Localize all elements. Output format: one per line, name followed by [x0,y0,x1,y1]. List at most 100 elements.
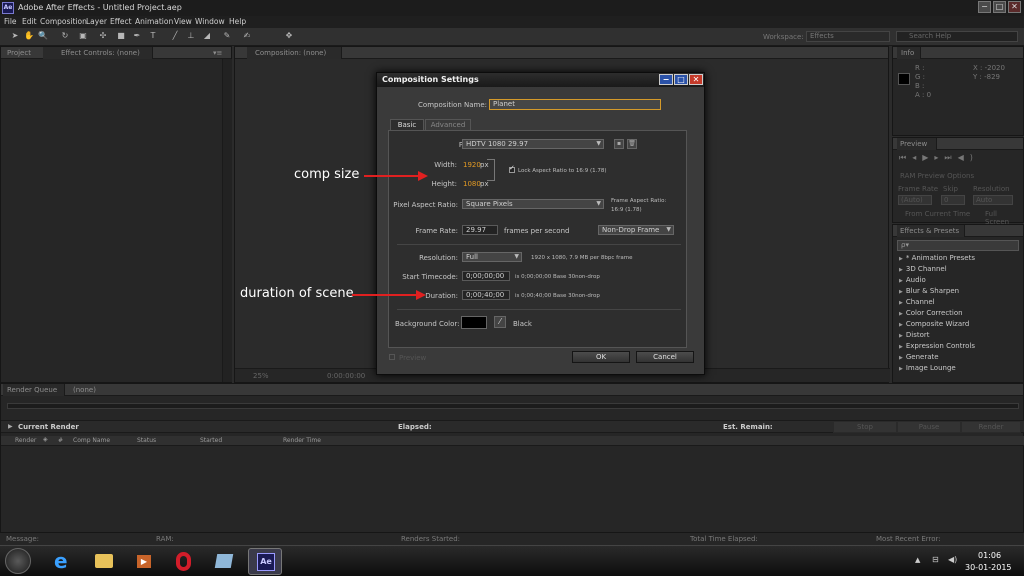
app-icon[interactable] [206,548,240,575]
menu-effect[interactable]: Effect [110,17,132,26]
width-value[interactable]: 1920 [463,161,481,169]
ok-button[interactable]: OK [572,351,630,363]
menu-file[interactable]: File [4,17,17,26]
rectangle-tool-icon[interactable]: ■ [116,31,126,41]
list-item[interactable]: Audio [899,276,926,284]
resolution-select[interactable]: Full ▼ [462,252,522,262]
render-button[interactable]: Render [961,421,1021,433]
dialog-maximize-button[interactable]: □ [674,74,688,85]
after-effects-taskbar-button[interactable]: Ae [248,548,282,575]
par-select[interactable]: Square Pixels ▼ [462,199,604,209]
list-item[interactable]: Blur & Sharpen [899,287,959,295]
tab-preview[interactable]: Preview [900,140,927,148]
camera-tool-icon[interactable]: ▣ [78,31,88,41]
list-item[interactable]: Composite Wizard [899,320,969,328]
tab-info[interactable]: Info [901,49,914,57]
col-render[interactable]: Render [15,437,36,444]
list-item[interactable]: Color Correction [899,309,963,317]
tab-project[interactable]: Project [7,49,31,57]
clock-date[interactable]: 30-01-2015 [965,563,1012,572]
from-current-time-checkbox[interactable]: From Current Time [905,210,970,218]
clock-time[interactable]: 01:06 [978,551,1001,560]
roto-brush-tool-icon[interactable]: ✎ [222,31,232,41]
pan-behind-tool-icon[interactable]: ✣ [98,31,108,41]
selection-tool-icon[interactable]: ➤ [10,31,20,41]
preview-controls[interactable]: ⏮◂▶▸⏭◀) [899,153,979,163]
dialog-minimize-button[interactable]: − [659,74,673,85]
maximize-button[interactable]: □ [993,1,1006,13]
skip-input[interactable]: 0 [941,195,965,205]
zoom-select[interactable]: 25% [253,372,269,380]
scrollbar[interactable] [222,59,232,382]
tab-advanced[interactable]: Advanced [425,119,471,130]
list-item[interactable]: 3D Channel [899,265,947,273]
resolution-select[interactable]: Auto [973,195,1013,205]
volume-icon[interactable]: ◀) [948,555,957,564]
tab-effects-presets[interactable]: Effects & Presets [900,227,959,235]
col-started[interactable]: Started [200,437,222,444]
list-item[interactable]: Distort [899,331,930,339]
list-item[interactable]: Image Lounge [899,364,956,372]
media-player-icon[interactable]: ▶ [126,548,160,575]
tab-render-queue[interactable]: Render Queue [7,386,57,394]
dialog-close-button[interactable]: ✕ [689,74,703,85]
menu-help[interactable]: Help [229,17,246,26]
eraser-tool-icon[interactable]: ◢ [202,31,212,41]
effects-search-input[interactable]: ρ▾ [897,240,1019,251]
minimize-button[interactable]: − [978,1,991,13]
rotate-tool-icon[interactable]: ↻ [60,31,70,41]
comp-timecode[interactable]: 0:00:00:00 [327,372,365,380]
zoom-tool-icon[interactable]: 🔍 [38,31,48,41]
eyedropper-icon[interactable]: ⁄ [494,316,506,328]
menu-edit[interactable]: Edit [22,17,37,26]
bg-color-swatch[interactable] [461,316,487,329]
panel-menu-icon[interactable]: ▾≡ [213,49,222,57]
menu-layer[interactable]: Layer [86,17,107,26]
height-value[interactable]: 1080 [463,180,481,188]
tab-basic[interactable]: Basic [390,119,424,130]
frame-rate-input[interactable]: 29.97 [462,225,498,235]
stop-button[interactable]: Stop [833,421,897,433]
trash-icon[interactable]: 🗑 [627,139,637,149]
network-icon[interactable]: ⊟ [932,555,939,564]
drop-frame-select[interactable]: Non-Drop Frame ▼ [598,225,674,235]
menu-window[interactable]: Window [195,17,225,26]
col-number[interactable]: # [58,437,63,444]
puppet-tool-icon[interactable]: ✍ [242,31,252,41]
start-button[interactable] [5,548,31,574]
pen-tool-icon[interactable]: ✒ [132,31,142,41]
save-preset-icon[interactable]: ▪ [614,139,624,149]
col-status[interactable]: Status [137,437,156,444]
hand-tool-icon[interactable]: ✋ [24,31,34,41]
menu-composition[interactable]: Composition [40,17,87,26]
list-item[interactable]: Channel [899,298,935,306]
file-explorer-icon[interactable] [86,548,120,575]
workspace-select[interactable]: Effects [806,31,890,42]
list-item[interactable]: * Animation Presets [899,254,975,262]
start-timecode-input[interactable]: 0;00;00;00 [462,271,510,281]
close-button[interactable]: ✕ [1008,1,1021,13]
col-render-time[interactable]: Render Time [283,437,321,444]
tab-none[interactable]: (none) [73,386,96,394]
menu-animation[interactable]: Animation [135,17,173,26]
list-item[interactable]: Expression Controls [899,342,975,350]
pause-button[interactable]: Pause [897,421,961,433]
frame-rate-select[interactable]: (Auto) [898,195,932,205]
preset-select[interactable]: HDTV 1080 29.97 ▼ [462,139,604,149]
list-item[interactable]: Generate [899,353,939,361]
comp-name-input[interactable]: Planet [489,99,661,110]
col-comp-name[interactable]: Comp Name [73,437,110,444]
opera-icon[interactable] [166,548,200,575]
duration-input[interactable]: 0;00;40;00 [462,290,510,300]
menu-view[interactable]: View [174,17,192,26]
expand-triangle-icon[interactable]: ▶ [8,423,13,430]
local-axis-icon[interactable]: ✥ [284,31,294,41]
tray-up-arrow-icon[interactable]: ▲ [915,556,920,564]
text-tool-icon[interactable]: T [148,31,158,41]
cancel-button[interactable]: Cancel [636,351,694,363]
tab-effect-controls[interactable]: Effect Controls: (none) [61,49,140,57]
clone-tool-icon[interactable]: ⊥ [186,31,196,41]
preview-checkbox[interactable] [389,354,395,360]
ram-preview-options[interactable]: RAM Preview Options [900,172,974,180]
tab-composition[interactable]: Composition: (none) [255,49,326,57]
